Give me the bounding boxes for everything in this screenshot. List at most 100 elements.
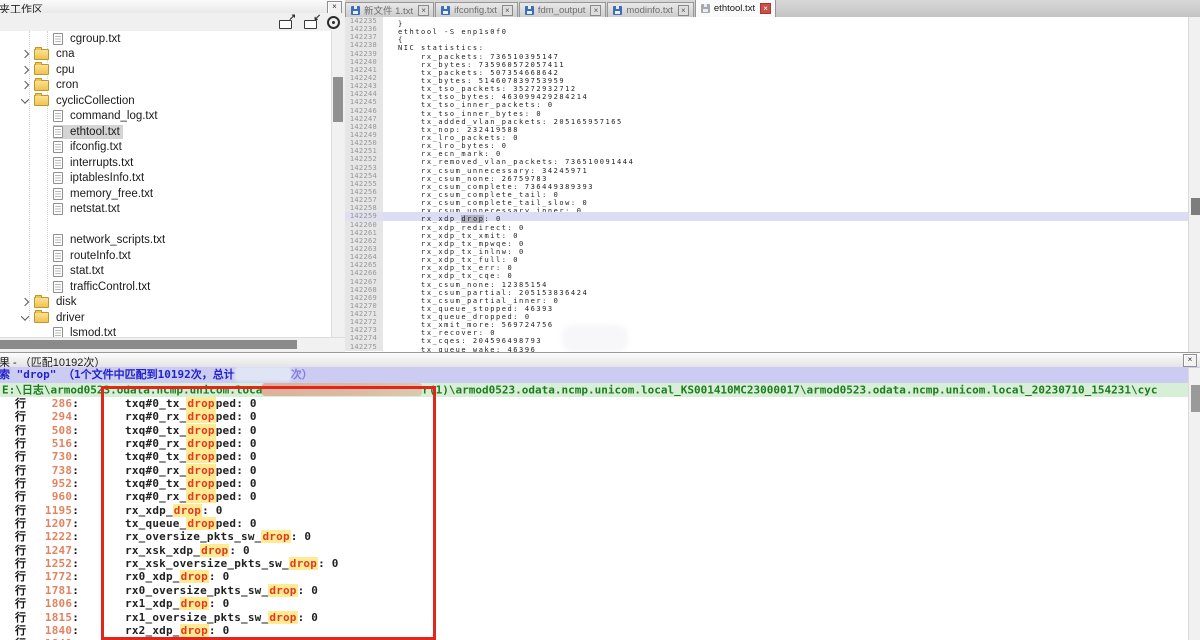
results-scroll-thumb[interactable] [1191, 385, 1200, 412]
editor-line[interactable]: 142250 rx_lro_bytes: 0 [345, 139, 1188, 147]
tab-modinfo.txt[interactable]: modinfo.txt× [607, 2, 693, 17]
editor-line[interactable]: 142246 tx_tso_inner_bytes: 0 [345, 107, 1188, 115]
tree-item-netstat-txt[interactable]: netstat.txt [0, 202, 331, 218]
editor-line[interactable]: 142275 tx_queue_wake: 46396 [345, 343, 1188, 351]
result-row[interactable]: 行286:txq#0_tx_dropped: 0 [0, 397, 1188, 410]
tree-horizontal-scroll-thumb[interactable] [0, 340, 297, 349]
result-row[interactable]: 行508:txq#0_tx_dropped: 0 [0, 424, 1188, 437]
editor-line[interactable]: 142261 rx_xdp_tx_xmit: 0 [345, 229, 1188, 237]
tree-item-ifconfig-txt[interactable]: ifconfig.txt [0, 140, 331, 156]
result-row[interactable]: 行1840:rx2_xdp_drop: 0 [0, 624, 1188, 637]
editor-line[interactable]: 142260 rx_xdp_redirect: 0 [345, 221, 1188, 229]
tree-item-routeInfo-txt[interactable]: routeInfo.txt [0, 248, 331, 264]
editor-line[interactable]: 142236ethtool -S enp1s0f0 [345, 25, 1188, 33]
editor-line[interactable]: 142264 rx_xdp_tx_full: 0 [345, 253, 1188, 261]
editor-line[interactable]: 142258 rx_csum_unnecessary_inner: 0 [345, 204, 1188, 212]
editor-line[interactable]: 142259 rx_xdp_drop: 0 [345, 212, 1188, 220]
tab-close-icon[interactable]: × [678, 5, 689, 16]
tree-item-trafficControl-txt[interactable]: trafficControl.txt [0, 279, 331, 295]
tab-close-icon[interactable]: × [418, 5, 429, 16]
collapse-all-icon[interactable]: ↙ [303, 15, 320, 30]
editor-line[interactable]: 142265 rx_xdp_tx_err: 0 [345, 261, 1188, 269]
tree-item-ethtool-txt[interactable]: ethtool.txt [0, 124, 331, 140]
result-row[interactable]: 行738:rxq#0_rx_dropped: 0 [0, 464, 1188, 477]
result-row[interactable]: 行1207:tx_queue_dropped: 0 [0, 517, 1188, 530]
editor-vertical-scrollbar[interactable] [1188, 17, 1200, 352]
tab-ethtool.txt[interactable]: ethtool.txt× [695, 0, 776, 17]
editor-line[interactable]: 142245 tx_tso_inner_packets: 0 [345, 98, 1188, 106]
result-file-path-line[interactable]: E:\日志\armod0523.odata.ncmp.unicom.locar(… [0, 383, 1190, 397]
editor-line[interactable]: 142249 rx_lro_packets: 0 [345, 131, 1188, 139]
editor-line[interactable]: 142251 rx_ecn_mark: 0 [345, 147, 1188, 155]
result-row[interactable]: 行1815:rx1_oversize_pkts_sw_drop: 0 [0, 611, 1188, 624]
editor-line[interactable]: 142247 tx_added_vlan_packets: 2051659571… [345, 115, 1188, 123]
editor-line[interactable]: 142235} [345, 17, 1188, 25]
editor-line[interactable]: 142267 tx_csum_none: 12385154 [345, 278, 1188, 286]
editor-line[interactable]: 142274 tx_cqes: 204596498793 [345, 334, 1188, 342]
chevron-right-icon[interactable] [21, 298, 29, 306]
editor-line[interactable]: 142238NIC statistics: [345, 41, 1188, 49]
editor-line[interactable]: 142269 tx_csum_partial_inner: 0 [345, 294, 1188, 302]
locate-file-icon[interactable] [325, 15, 342, 30]
tree-item-stat-txt[interactable]: stat.txt [0, 264, 331, 280]
editor-area[interactable]: 142235}142236ethtool -S enp1s0f0142237{1… [345, 17, 1188, 352]
tree-item-cpu[interactable]: cpu [0, 62, 331, 78]
editor-line[interactable]: 142255 rx_csum_complete: 736449389393 [345, 180, 1188, 188]
editor-line[interactable]: 142240 rx_bytes: 735960572057411 [345, 58, 1188, 66]
result-row[interactable]: 行516:rxq#0_rx_dropped: 0 [0, 437, 1188, 450]
results-close-button[interactable]: × [1183, 354, 1197, 367]
editor-line[interactable]: 142253 rx_csum_unnecessary: 34245971 [345, 164, 1188, 172]
tree-item-cyclicCollection[interactable]: cyclicCollection [0, 93, 331, 109]
tree-item-driver[interactable]: driver [0, 310, 331, 326]
tree-item-iptablesInfo-txt[interactable]: iptablesInfo.txt [0, 171, 331, 187]
editor-line[interactable]: 142252 rx_removed_vlan_packets: 73651009… [345, 155, 1188, 163]
editor-line[interactable]: 142256 rx_csum_complete_tail: 0 [345, 188, 1188, 196]
editor-line[interactable]: 142270 tx_queue_stopped: 46393 [345, 302, 1188, 310]
expand-all-icon[interactable]: ↗ [278, 15, 295, 30]
tab-fdm_output[interactable]: fdm_output× [519, 2, 607, 17]
tree-item-memory_free-txt[interactable]: memory_free.txt [0, 186, 331, 202]
editor-line[interactable]: 142243 tx_tso_packets: 35272932712 [345, 82, 1188, 90]
editor-line[interactable]: 142271 tx_queue_dropped: 0 [345, 310, 1188, 318]
editor-line[interactable]: 142248 tx_nop: 232419588 [345, 123, 1188, 131]
tree-item-cna[interactable]: cna [0, 47, 331, 63]
chevron-down-icon[interactable] [21, 95, 29, 103]
tree-item-cgroup-txt[interactable]: cgroup.txt [0, 31, 331, 47]
editor-line[interactable]: 142237{ [345, 33, 1188, 41]
result-row[interactable]: 行730:txq#0_tx_dropped: 0 [0, 450, 1188, 463]
editor-line[interactable]: 142262 rx_xdp_tx_mpwqe: 0 [345, 237, 1188, 245]
editor-line[interactable]: 142268 tx_csum_partial: 205153836424 [345, 286, 1188, 294]
editor-line[interactable]: 142257 rx_csum_complete_tail_slow: 0 [345, 196, 1188, 204]
editor-line[interactable]: 142244 tx_tso_bytes: 463099429284214 [345, 90, 1188, 98]
results-vertical-scrollbar[interactable] [1188, 368, 1200, 640]
editor-line[interactable]: 142242 tx_bytes: 514607839753959 [345, 74, 1188, 82]
tree-vertical-scroll-thumb[interactable] [333, 77, 343, 122]
tree-item-command_log-txt[interactable]: command_log.txt [0, 109, 331, 125]
tree-item-cron[interactable]: cron [0, 78, 331, 94]
editor-line[interactable]: 142241 tx_packets: 507354668642 [345, 66, 1188, 74]
result-row[interactable]: 行960:rxq#0_rx_dropped: 0 [0, 490, 1188, 503]
tab-close-icon[interactable]: × [502, 5, 513, 16]
chevron-right-icon[interactable] [21, 81, 29, 89]
search-summary-line[interactable]: 搜索 "drop" （1个文件中匹配到10192次，总计次） [0, 367, 1200, 383]
result-row[interactable]: 行1247:rx_xsk_xdp_drop: 0 [0, 544, 1188, 557]
result-row[interactable]: 行1222:rx_oversize_pkts_sw_drop: 0 [0, 530, 1188, 543]
chevron-right-icon[interactable] [21, 50, 29, 58]
editor-line[interactable]: 142239 rx_packets: 736510395147 [345, 50, 1188, 58]
editor-line[interactable]: 142263 rx_xdp_tx_inlnw: 0 [345, 245, 1188, 253]
chevron-right-icon[interactable] [21, 66, 29, 74]
result-row[interactable]: 行1252:rx_xsk_oversize_pkts_sw_drop: 0 [0, 557, 1188, 570]
tab-ifconfig.txt[interactable]: ifconfig.txt× [435, 2, 518, 17]
result-row[interactable]: 行1195:rx_xdp_drop: 0 [0, 504, 1188, 517]
tree-item-interrupts-txt[interactable]: interrupts.txt [0, 155, 331, 171]
editor-line[interactable]: 142273 tx_recover: 0 [345, 326, 1188, 334]
tab-close-icon[interactable]: × [760, 3, 771, 14]
result-row[interactable]: 行1772:rx0_xdp_drop: 0 [0, 570, 1188, 583]
tree-item-disk[interactable]: disk [0, 295, 331, 311]
tree-horizontal-scrollbar[interactable] [0, 337, 345, 351]
editor-scroll-thumb[interactable] [1191, 198, 1200, 215]
chevron-down-icon[interactable] [21, 312, 29, 320]
editor-line[interactable]: 142254 rx_csum_none: 26759783 [345, 172, 1188, 180]
result-row[interactable]: 行952:txq#0_tx_dropped: 0 [0, 477, 1188, 490]
editor-line[interactable]: 142266 rx_xdp_tx_cqe: 0 [345, 269, 1188, 277]
